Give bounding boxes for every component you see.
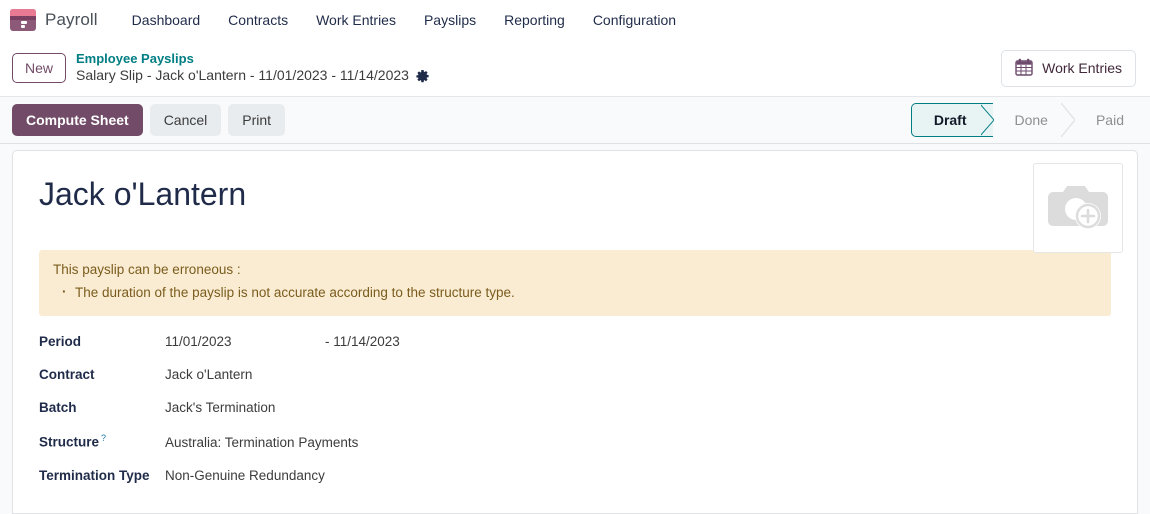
print-button[interactable]: Print [228, 104, 286, 136]
field-period-from[interactable]: 11/01/2023 [165, 334, 325, 349]
breadcrumb: New Employee Payslips Salary Slip - Jack… [12, 51, 429, 86]
alert-item: The duration of the payslip is not accur… [62, 282, 1097, 304]
status-arrow-done [1060, 103, 1075, 137]
status-step-draft-label: Draft [933, 112, 967, 128]
brand-label: Payroll [45, 9, 98, 29]
nav-item-dashboard[interactable]: Dashboard [118, 4, 215, 36]
status-step-done[interactable]: Done [993, 103, 1075, 137]
nav-item-contracts[interactable]: Contracts [214, 4, 302, 36]
page-title: Jack o'Lantern [39, 176, 247, 212]
record-form: Period 11/01/2023- 11/14/2023 Contract J… [39, 334, 1111, 483]
status-step-done-label: Done [1014, 112, 1048, 128]
field-period-value: 11/01/2023- 11/14/2023 [165, 334, 400, 349]
action-buttons: Compute Sheet Cancel Print [12, 104, 286, 136]
record-sheet: Jack o'Lantern This payslip can be erron… [12, 150, 1138, 514]
help-icon[interactable]: ? [101, 433, 106, 443]
control-panel-actions: Compute Sheet Cancel Print Draft Done Pa… [0, 96, 1150, 144]
breadcrumb-parent-link[interactable]: Employee Payslips [76, 51, 429, 68]
control-panel-breadcrumb: New Employee Payslips Salary Slip - Jack… [0, 40, 1150, 96]
field-contract: Contract Jack o'Lantern [39, 367, 1111, 382]
field-period-label: Period [39, 334, 82, 350]
breadcrumb-current-label: Salary Slip - Jack o'Lantern - 11/01/202… [76, 67, 409, 84]
field-contract-value[interactable]: Jack o'Lantern [165, 367, 252, 382]
top-navbar: Payroll Dashboard Contracts Work Entries… [0, 0, 1150, 40]
payroll-app-icon [10, 8, 36, 31]
nav-items: Dashboard Contracts Work Entries Payslip… [118, 4, 690, 36]
status-bar: Draft Done Paid [910, 103, 1150, 137]
gear-icon[interactable] [416, 69, 429, 83]
nav-item-reporting[interactable]: Reporting [490, 4, 579, 36]
field-period: Period 11/01/2023- 11/14/2023 [39, 334, 1111, 349]
alert-list: The duration of the payslip is not accur… [53, 282, 1097, 304]
camera-add-icon [1045, 178, 1111, 239]
field-period-to[interactable]: - 11/14/2023 [325, 334, 400, 349]
field-batch-label: Batch [39, 400, 77, 416]
status-arrow-draft [979, 104, 994, 136]
field-structure-value[interactable]: Australia: Termination Payments [165, 435, 358, 450]
calendar-icon [1015, 58, 1033, 79]
field-batch-value[interactable]: Jack's Termination [165, 400, 275, 415]
field-structure-label-text: Structure [39, 434, 100, 450]
field-termination-type: Termination Type Non-Genuine Redundancy [39, 468, 1111, 483]
work-entries-label: Work Entries [1042, 60, 1122, 76]
warning-alert: This payslip can be erroneous : The dura… [39, 250, 1111, 317]
status-step-paid-label: Paid [1095, 112, 1124, 128]
field-batch: Batch Jack's Termination [39, 400, 1111, 415]
field-contract-label: Contract [39, 367, 95, 383]
avatar-upload[interactable] [1033, 163, 1123, 253]
nav-item-work-entries[interactable]: Work Entries [302, 4, 410, 36]
new-button[interactable]: New [12, 52, 67, 84]
work-entries-button[interactable]: Work Entries [1001, 49, 1136, 87]
nav-item-configuration[interactable]: Configuration [579, 4, 690, 36]
field-structure: Structure? Australia: Termination Paymen… [39, 433, 1111, 450]
status-step-paid[interactable]: Paid [1074, 103, 1150, 137]
sheet-container: Jack o'Lantern This payslip can be erron… [0, 144, 1150, 514]
field-termination-type-value[interactable]: Non-Genuine Redundancy [165, 468, 325, 483]
breadcrumb-text: Employee Payslips Salary Slip - Jack o'L… [76, 51, 429, 86]
alert-heading: This payslip can be erroneous : [53, 262, 241, 278]
cancel-button[interactable]: Cancel [149, 104, 222, 136]
breadcrumb-current: Salary Slip - Jack o'Lantern - 11/01/202… [76, 67, 429, 85]
field-termination-type-label: Termination Type [39, 467, 150, 483]
compute-sheet-button[interactable]: Compute Sheet [12, 104, 143, 136]
status-step-draft[interactable]: Draft [910, 103, 994, 137]
brand[interactable]: Payroll [10, 8, 118, 31]
field-structure-label: Structure? [39, 433, 165, 450]
nav-item-payslips[interactable]: Payslips [410, 4, 490, 36]
